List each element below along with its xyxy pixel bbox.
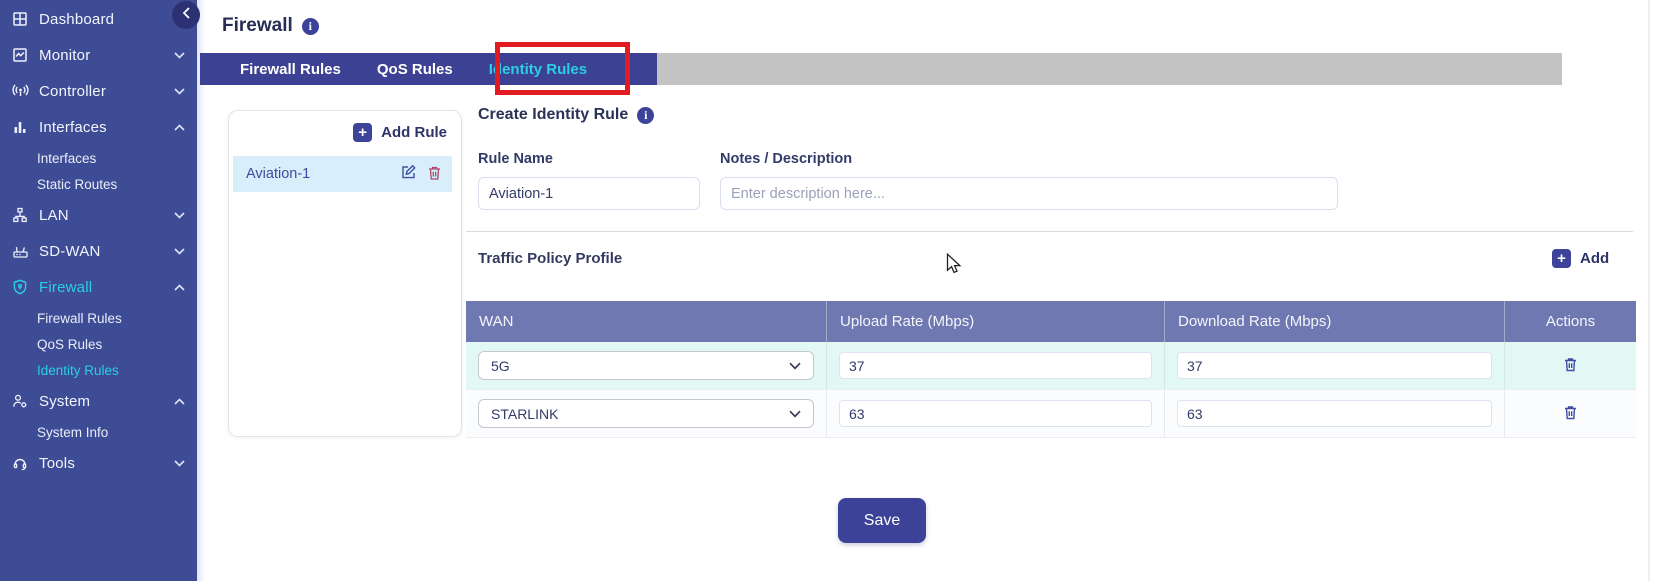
info-icon[interactable]: i	[637, 107, 654, 124]
tools-icon	[10, 455, 30, 472]
chevron-down-icon	[174, 88, 185, 95]
chevron-up-icon	[174, 398, 185, 405]
tab-firewall-rules[interactable]: Firewall Rules	[240, 61, 341, 78]
page-title: Firewall	[222, 15, 293, 37]
tab-group: Firewall Rules QoS Rules Identity Rules	[200, 53, 657, 85]
chevron-down-icon	[174, 460, 185, 467]
chevron-left-icon	[182, 6, 191, 24]
sidebar-subitem-firewall-rules[interactable]: Firewall Rules	[0, 305, 197, 331]
tab-qos-rules[interactable]: QoS Rules	[377, 61, 453, 78]
scrollbar-track[interactable]	[1648, 0, 1650, 581]
column-header-download: Download Rate (Mbps)	[1164, 301, 1504, 342]
chevron-down-icon	[174, 52, 185, 59]
traffic-policy-table: WAN Upload Rate (Mbps) Download Rate (Mb…	[466, 301, 1636, 438]
sidebar-subitem-static-routes[interactable]: Static Routes	[0, 171, 197, 197]
notes-description-label: Notes / Description	[720, 151, 852, 167]
sidebar-subitem-qos-rules[interactable]: QoS Rules	[0, 331, 197, 357]
delete-row-button[interactable]	[1563, 404, 1578, 424]
sidebar-item-firewall[interactable]: Firewall	[0, 269, 197, 305]
sidebar-item-system[interactable]: System	[0, 383, 197, 419]
sidebar-subitem-interfaces[interactable]: Interfaces	[0, 145, 197, 171]
download-rate-input[interactable]	[1177, 352, 1492, 379]
sidebar: Dashboard Monitor Controller Interfaces …	[0, 0, 197, 581]
tab-identity-rules[interactable]: Identity Rules	[489, 61, 587, 78]
chevron-down-icon	[789, 362, 801, 370]
sidebar-subitem-identity-rules[interactable]: Identity Rules	[0, 357, 197, 383]
rules-list-panel: + Add Rule Aviation-1	[228, 110, 462, 437]
interfaces-icon	[10, 119, 30, 136]
info-icon[interactable]: i	[302, 18, 319, 35]
chevron-down-icon	[174, 248, 185, 255]
sidebar-item-interfaces[interactable]: Interfaces	[0, 109, 197, 145]
sidebar-item-lan[interactable]: LAN	[0, 197, 197, 233]
rule-name-label: Rule Name	[478, 151, 553, 167]
edit-rule-button[interactable]	[400, 164, 417, 184]
table-row: 5G	[466, 342, 1636, 390]
add-traffic-policy-button[interactable]: + Add	[1552, 249, 1609, 268]
table-row: STARLINK	[466, 390, 1636, 438]
sidebar-item-dashboard[interactable]: Dashboard	[0, 1, 197, 37]
system-icon	[10, 393, 30, 410]
edit-pencil-icon	[400, 164, 417, 184]
tab-bar: Firewall Rules QoS Rules Identity Rules	[200, 53, 1562, 85]
rule-name-input[interactable]	[478, 177, 700, 210]
upload-rate-input[interactable]	[839, 352, 1152, 379]
notes-description-input[interactable]	[720, 177, 1338, 210]
firewall-shield-icon	[10, 279, 30, 296]
chevron-up-icon	[174, 284, 185, 291]
page-header: Firewall i	[222, 15, 319, 37]
wan-select[interactable]: STARLINK	[478, 399, 814, 428]
upload-rate-input[interactable]	[839, 400, 1152, 427]
sidebar-subitem-system-info[interactable]: System Info	[0, 419, 197, 445]
chevron-down-icon	[174, 212, 185, 219]
delete-row-button[interactable]	[1563, 356, 1578, 376]
plus-icon: +	[353, 123, 372, 142]
sdwan-icon	[10, 243, 30, 260]
column-header-upload: Upload Rate (Mbps)	[826, 301, 1164, 342]
chevron-up-icon	[174, 124, 185, 131]
column-header-wan: WAN	[466, 301, 826, 342]
rule-list-item[interactable]: Aviation-1	[233, 156, 452, 192]
sidebar-item-monitor[interactable]: Monitor	[0, 37, 197, 73]
section-divider	[466, 231, 1633, 232]
sidebar-item-sdwan[interactable]: SD-WAN	[0, 233, 197, 269]
table-header-row: WAN Upload Rate (Mbps) Download Rate (Mb…	[466, 301, 1636, 342]
create-identity-rule-heading: Create Identity Rule i	[478, 106, 654, 124]
plus-icon: +	[1552, 249, 1571, 268]
sidebar-item-tools[interactable]: Tools	[0, 445, 197, 481]
wan-select[interactable]: 5G	[478, 351, 814, 380]
add-rule-button[interactable]: + Add Rule	[229, 111, 461, 142]
download-rate-input[interactable]	[1177, 400, 1492, 427]
sidebar-collapse-button[interactable]	[172, 1, 200, 29]
chevron-down-icon	[789, 410, 801, 418]
delete-rule-button[interactable]	[427, 165, 442, 184]
controller-icon	[10, 83, 30, 100]
column-header-actions: Actions	[1504, 301, 1636, 342]
dashboard-icon	[10, 11, 30, 28]
sidebar-item-controller[interactable]: Controller	[0, 73, 197, 109]
traffic-policy-profile-title: Traffic Policy Profile	[478, 250, 622, 267]
trash-icon	[427, 165, 442, 184]
app-window: Dashboard Monitor Controller Interfaces …	[0, 0, 1656, 581]
trash-icon	[1563, 356, 1578, 376]
trash-icon	[1563, 404, 1578, 424]
mouse-cursor	[946, 253, 965, 282]
lan-icon	[10, 207, 30, 224]
save-button[interactable]: Save	[838, 498, 926, 543]
monitor-icon	[10, 47, 30, 64]
